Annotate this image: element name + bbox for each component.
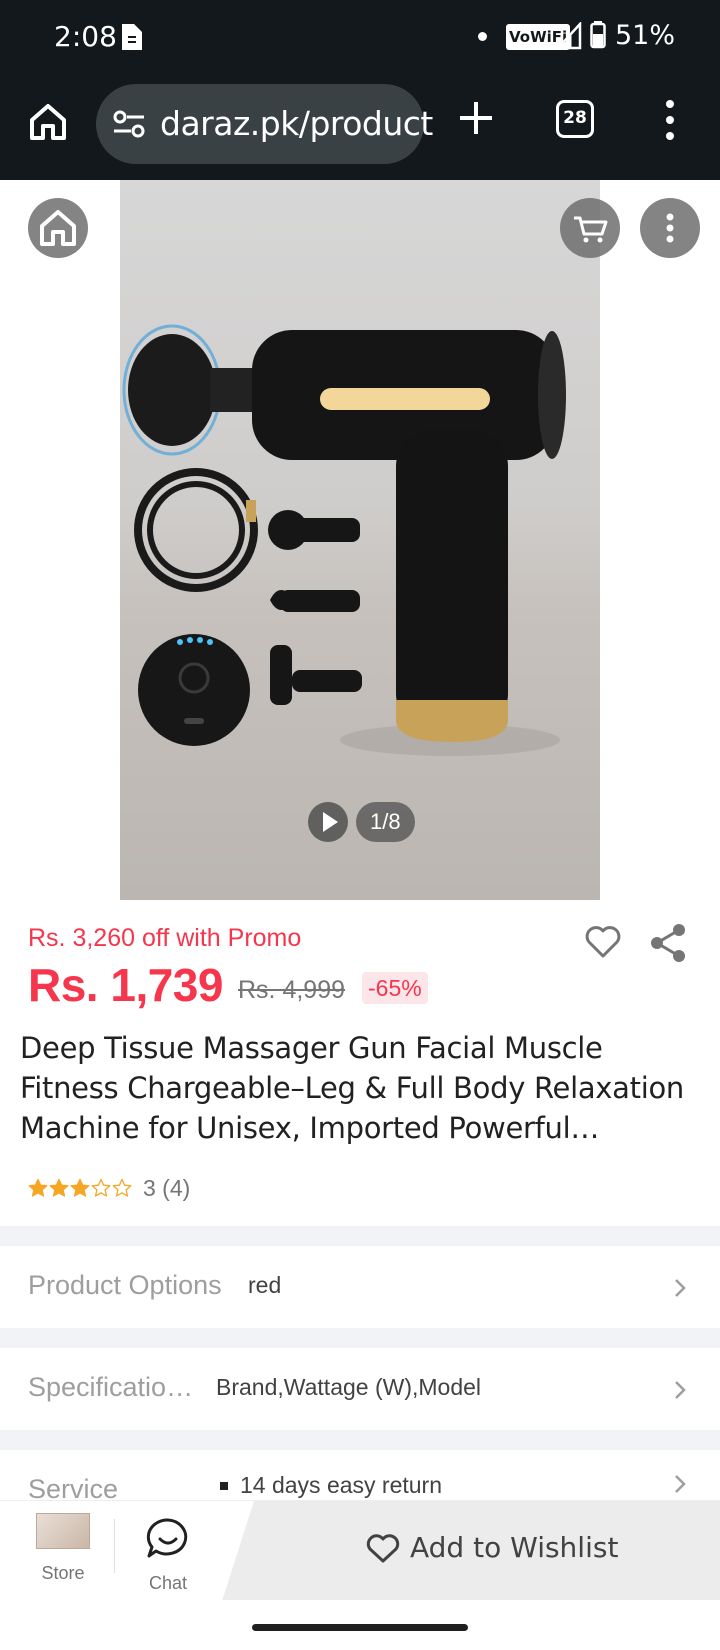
bullet-icon xyxy=(220,1482,228,1490)
gesture-handle[interactable] xyxy=(252,1624,468,1631)
status-bar: 2:08 VoWiFi 51% xyxy=(0,0,720,74)
store-home-button[interactable] xyxy=(28,198,88,258)
chat-label: Chat xyxy=(148,1573,188,1593)
site-settings-icon[interactable] xyxy=(112,108,146,140)
section-divider xyxy=(0,1226,720,1246)
product-options-value: red xyxy=(248,1272,282,1298)
product-options-label: Product Options xyxy=(28,1270,222,1300)
heart-icon[interactable] xyxy=(584,924,622,960)
status-time: 2:08 xyxy=(54,20,117,53)
specifications-row[interactable]: Specificatio… Brand,Wattage (W),Model xyxy=(0,1350,720,1430)
product-rating[interactable]: 3 (4) xyxy=(28,1174,190,1202)
chat-icon xyxy=(146,1518,188,1558)
more-vertical-icon xyxy=(666,213,674,243)
store-label: Store xyxy=(41,1563,85,1583)
browser-menu-icon[interactable] xyxy=(660,98,680,142)
new-tab-icon[interactable] xyxy=(456,98,496,138)
specifications-value: Brand,Wattage (W),Model xyxy=(216,1374,482,1400)
star-empty-icon xyxy=(112,1178,132,1197)
system-nav-bar xyxy=(0,1600,720,1650)
home-icon xyxy=(40,210,76,246)
browser-toolbar: daraz.pk/product 28 xyxy=(0,74,720,180)
star-filled-icon xyxy=(49,1178,69,1197)
specifications-label: Specificatio… xyxy=(28,1372,194,1402)
rating-count: 3 (4) xyxy=(143,1174,191,1201)
product-gallery[interactable]: 1/8 xyxy=(0,180,720,900)
play-icon xyxy=(323,812,338,832)
section-divider xyxy=(0,1430,720,1450)
cart-icon xyxy=(574,216,608,243)
store-button[interactable]: Store xyxy=(20,1509,106,1595)
rating-stars xyxy=(28,1178,133,1198)
chat-button[interactable]: Chat xyxy=(128,1513,208,1599)
massage-gun-illustration xyxy=(122,324,566,756)
product-image[interactable]: 1/8 xyxy=(120,180,600,900)
battery-icon xyxy=(590,21,606,49)
service-row[interactable]: Service 14 days easy return xyxy=(0,1452,720,1500)
original-price: Rs. 4,999 xyxy=(238,976,346,1004)
image-page-indicator: 1/8 xyxy=(356,802,415,842)
battery-percent: 51% xyxy=(615,20,676,51)
more-options-button[interactable] xyxy=(640,198,700,258)
add-to-wishlist-button[interactable]: Add to Wishlist xyxy=(222,1501,720,1601)
heart-icon xyxy=(366,1534,400,1563)
add-to-wishlist-label: Add to Wishlist xyxy=(410,1531,619,1564)
star-filled-icon xyxy=(28,1178,48,1197)
home-icon[interactable] xyxy=(26,100,70,144)
cart-button[interactable] xyxy=(560,198,620,258)
bottom-action-bar: Store Chat Add to Wishlist xyxy=(0,1500,720,1601)
chevron-right-icon xyxy=(675,1279,686,1297)
share-icon[interactable] xyxy=(648,922,688,964)
chevron-right-icon xyxy=(675,1475,686,1493)
product-options-row[interactable]: Product Options red xyxy=(0,1248,720,1328)
chevron-right-icon xyxy=(675,1381,686,1399)
promo-text: Rs. 3,260 off with Promo xyxy=(28,924,302,952)
store-logo xyxy=(36,1513,90,1549)
play-video-button[interactable] xyxy=(308,802,348,842)
service-label: Service xyxy=(28,1474,119,1500)
tab-switcher-button[interactable]: 28 xyxy=(556,100,594,138)
signal-icon xyxy=(556,22,582,50)
star-filled-icon xyxy=(70,1178,90,1197)
sim-card-icon xyxy=(122,24,142,50)
url-text[interactable]: daraz.pk/product xyxy=(160,104,433,143)
section-divider xyxy=(0,1328,720,1348)
service-value: 14 days easy return xyxy=(240,1472,443,1498)
product-price: Rs. 1,739 xyxy=(28,959,223,1011)
notification-dot-icon xyxy=(478,32,487,41)
product-title: Deep Tissue Massager Gun Facial Muscle F… xyxy=(20,1031,684,1145)
star-empty-icon xyxy=(91,1178,111,1197)
discount-badge: -65% xyxy=(362,972,428,1004)
url-bar[interactable]: daraz.pk/product xyxy=(96,84,433,164)
divider xyxy=(114,1519,115,1573)
